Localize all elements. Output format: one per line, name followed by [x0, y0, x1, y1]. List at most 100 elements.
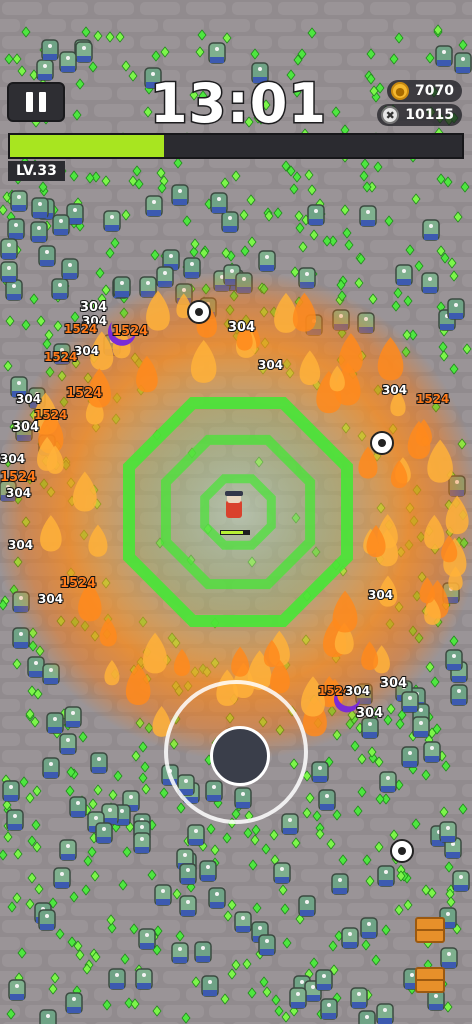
zombie [234, 911, 252, 933]
zombie [194, 941, 212, 963]
zombie [289, 987, 307, 1009]
zombie [0, 261, 18, 283]
zombie [395, 264, 413, 286]
damage-number: 304 [7, 537, 34, 553]
zombie [360, 917, 378, 939]
survival-timer: 13:01 [149, 72, 328, 135]
pause-button[interactable] [7, 82, 65, 122]
damage-number: 304 [11, 419, 40, 436]
pause-icon [26, 92, 33, 112]
zombie [208, 887, 226, 909]
zombie [133, 832, 151, 854]
zombie [2, 780, 20, 802]
zombie [359, 205, 377, 227]
zombie [69, 796, 87, 818]
virtual-joystick[interactable] [164, 680, 308, 824]
damage-number: 304 [15, 391, 42, 407]
damage-number: 304 [367, 587, 394, 603]
kill-count: 10115 [405, 107, 454, 123]
zombie [59, 839, 77, 861]
damage-number: 304 [355, 705, 384, 722]
zombie [450, 684, 468, 706]
damage-number: 304 [257, 357, 284, 373]
coin-icon: ● [391, 82, 410, 100]
damage-number: 304 [79, 299, 108, 316]
zombie [377, 865, 395, 887]
zombie [452, 870, 470, 892]
zombie [7, 218, 25, 240]
zombie [179, 895, 197, 917]
zombie [30, 221, 48, 243]
zombie [435, 45, 453, 67]
zombie [440, 947, 458, 969]
zombie [210, 192, 228, 214]
zombie [31, 197, 49, 219]
zombie [75, 41, 93, 63]
zombie [51, 278, 69, 300]
joystick-knob[interactable] [210, 726, 270, 786]
zombie [41, 39, 59, 61]
zombie [331, 873, 349, 895]
zombie [10, 190, 28, 212]
zombie [318, 789, 336, 811]
zombie [447, 298, 465, 320]
zombie [59, 733, 77, 755]
zombie [59, 51, 77, 73]
zombie [187, 824, 205, 846]
zombie [108, 968, 126, 990]
zombie [113, 276, 131, 298]
zombie [201, 975, 219, 997]
zombie [8, 979, 26, 1001]
zombie [423, 741, 441, 763]
damage-number: 1524 [65, 385, 103, 402]
zombie [315, 969, 333, 991]
zombie [379, 771, 397, 793]
damage-number: 1524 [111, 323, 149, 340]
zombie [401, 691, 419, 713]
damage-number: 304 [5, 485, 32, 501]
damage-number: 304 [227, 319, 256, 336]
zombie [61, 258, 79, 280]
damage-number: 304 [0, 451, 26, 467]
zombie [311, 761, 329, 783]
damage-number: 1524 [415, 391, 450, 407]
zombie [307, 204, 325, 226]
zombie [154, 884, 172, 906]
xp-progress-fill [10, 135, 164, 157]
zombie [42, 757, 60, 779]
zombie [38, 245, 56, 267]
zombie [208, 42, 226, 64]
zombie [52, 214, 70, 236]
skull-icon: ✖ [381, 106, 400, 124]
zombie [439, 821, 457, 843]
zombie [422, 219, 440, 241]
damage-number: 304 [344, 683, 371, 699]
zombie [103, 210, 121, 232]
zombie [401, 746, 419, 768]
zombie [38, 909, 56, 931]
zombie [5, 279, 23, 301]
damage-number: 304 [379, 675, 408, 692]
pause-icon-bar [39, 92, 46, 112]
zombie [0, 238, 18, 260]
zombie [145, 195, 163, 217]
xp-progress-bar [8, 133, 464, 159]
zombie [320, 998, 338, 1020]
zombie [46, 712, 64, 734]
level-label: LV.33 [8, 161, 65, 181]
zombie [90, 752, 108, 774]
zombie [221, 211, 239, 233]
damage-number: 304 [73, 343, 100, 359]
zombie [281, 813, 299, 835]
coin-count: 7070 [415, 83, 454, 99]
zombie [376, 1003, 394, 1024]
coin-counter: ● 7070 [387, 80, 462, 102]
zombie [421, 272, 439, 294]
zombie [64, 706, 82, 728]
zombie [39, 1009, 57, 1024]
zombie [179, 863, 197, 885]
damage-number: 304 [37, 591, 64, 607]
zombie [350, 987, 368, 1009]
zombie [36, 59, 54, 81]
zombie [95, 822, 113, 844]
